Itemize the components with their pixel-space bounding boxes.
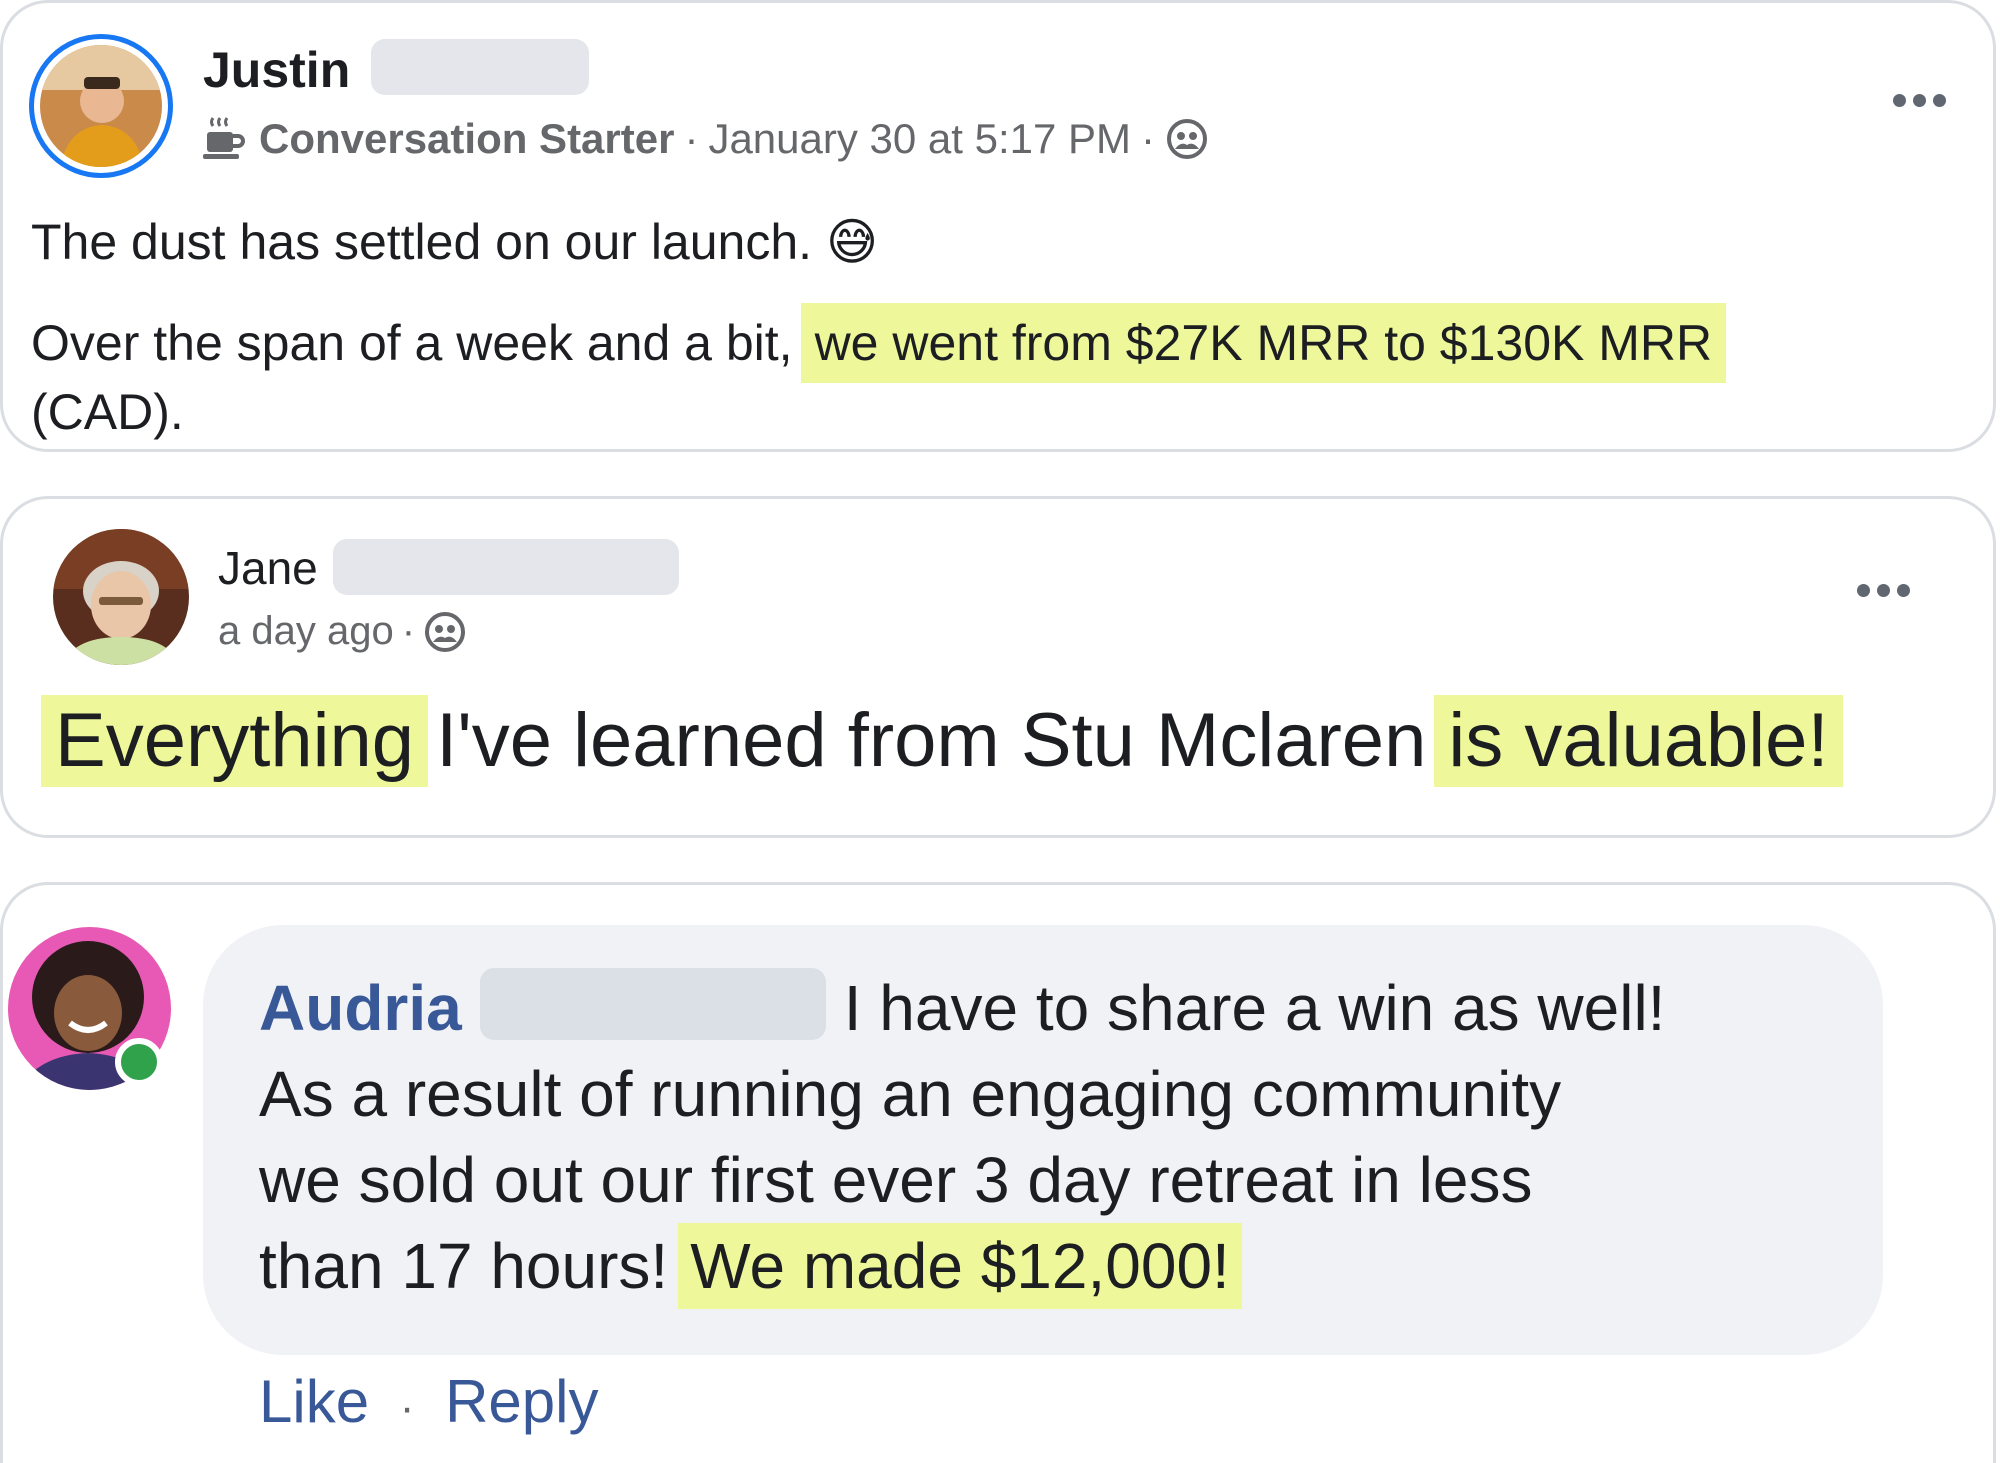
post-body: Everything I've learned from Stu Mclaren i… — [41, 695, 1843, 787]
comment-card-audria: Audria I have to share a win as well! As … — [0, 882, 1996, 1463]
comment-line-1: Audria I have to share a win as well! — [259, 965, 1665, 1051]
comment-line-2: As a result of running an engaging commu… — [259, 1058, 1562, 1130]
post-card-jane: Jane a day ago · Everything I've learned … — [0, 496, 1996, 838]
post-timestamp[interactable]: January 30 at 5:17 PM — [708, 115, 1131, 163]
comment-line-3: we sold out our first ever 3 day retreat… — [259, 1144, 1533, 1216]
avatar-jane[interactable] — [53, 529, 189, 665]
more-options-icon[interactable] — [1857, 584, 1910, 597]
highlighted-text: we went from $27K MRR to $130K MRR — [800, 303, 1727, 383]
redacted-surname — [333, 539, 679, 595]
post-author-name[interactable]: Justin — [203, 41, 350, 99]
comment-bubble: Audria I have to share a win as well! As … — [203, 925, 1883, 1355]
sweat-smile-emoji: 😅 — [825, 213, 879, 271]
redacted-surname — [479, 968, 826, 1040]
post-text: Over the span of a week and a bit, — [31, 315, 793, 371]
more-options-icon[interactable] — [1893, 94, 1946, 107]
comment-text: I have to share a win as well! — [843, 972, 1666, 1044]
post-meta: a day ago · — [218, 609, 467, 654]
post-text: The dust has settled on our launch. — [31, 214, 813, 270]
online-status-indicator — [115, 1038, 163, 1086]
comment-line-4: than 17 hours! We made $12,000! — [259, 1223, 1665, 1309]
reply-button[interactable]: Reply — [445, 1368, 598, 1435]
comment-author-name[interactable]: Audria — [259, 972, 462, 1044]
comment-body: Audria I have to share a win as well! As … — [259, 965, 1665, 1309]
post-timestamp[interactable]: a day ago — [218, 609, 394, 654]
conversation-starter-badge: Conversation Starter — [259, 115, 675, 162]
post-line-2: Over the span of a week and a bit, we wen… — [31, 303, 1727, 383]
post-text: I've learned from Stu Mclaren — [436, 698, 1427, 783]
like-button[interactable]: Like — [259, 1368, 369, 1435]
redacted-surname — [371, 39, 589, 95]
group-icon — [423, 610, 467, 654]
meta-separator: · — [684, 115, 699, 162]
comment-text: than 17 hours! — [259, 1230, 669, 1302]
post-author-name[interactable]: Jane — [218, 541, 318, 595]
action-separator: · — [399, 1383, 415, 1432]
post-card-justin: Justin Conversation Starter · January 30… — [0, 0, 1996, 452]
meta-separator: · — [1141, 115, 1156, 162]
highlighted-text: is valuable! — [1434, 695, 1843, 787]
highlighted-text: Everything — [41, 695, 429, 787]
post-line-3: (CAD). — [31, 384, 184, 440]
post-line-1: The dust has settled on our launch. 😅 — [31, 213, 878, 271]
comment-actions: Like · Reply — [259, 1367, 598, 1436]
meta-separator: · — [401, 609, 416, 653]
group-icon — [1165, 117, 1209, 161]
avatar-justin[interactable] — [29, 34, 173, 178]
coffee-cup-icon — [203, 116, 245, 162]
post-meta: Conversation Starter · January 30 at 5:1… — [203, 115, 1209, 163]
highlighted-text: We made $12,000! — [678, 1223, 1242, 1309]
